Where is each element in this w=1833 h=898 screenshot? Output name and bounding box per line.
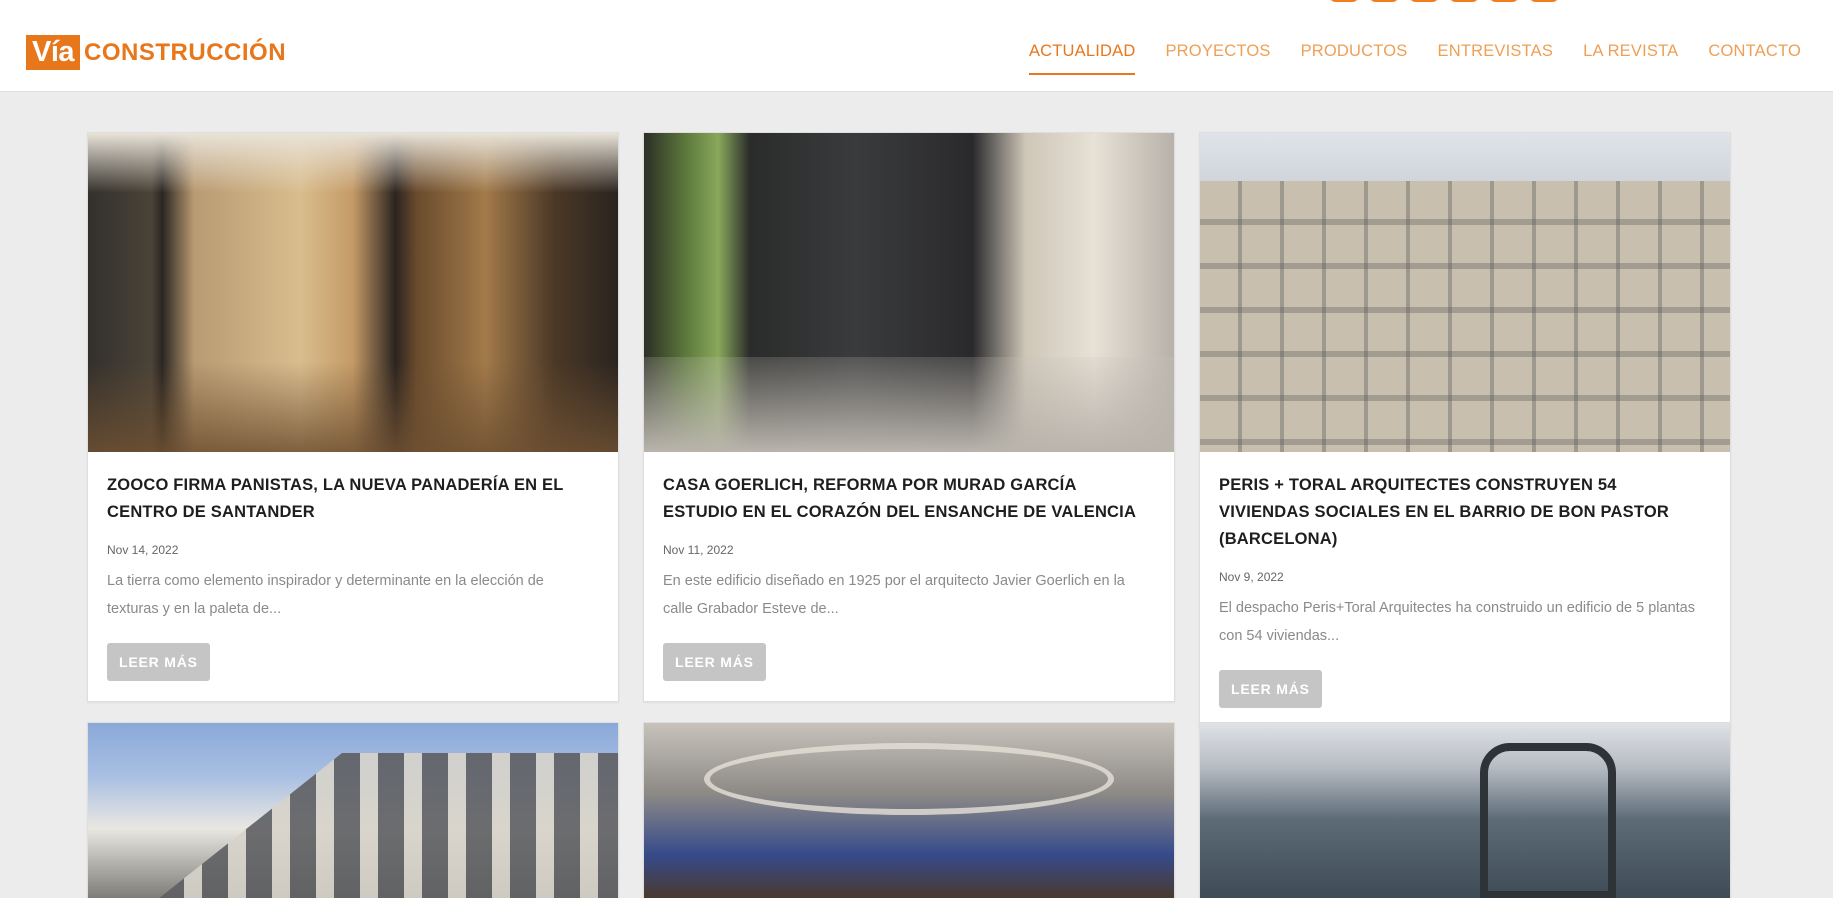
post-date: Nov 11, 2022 (663, 543, 734, 557)
logo-construccion: CONSTRUCCIÓN (84, 38, 287, 66)
main-nav: ACTUALIDAD PROYECTOS PRODUCTOS ENTREVIST… (1028, 42, 1801, 75)
nav-contacto[interactable]: CONTACTO (1708, 42, 1801, 75)
post-image[interactable] (1200, 723, 1730, 898)
post-excerpt: En este edificio diseñado en 1925 por el… (663, 573, 1125, 617)
post-date: Nov 14, 2022 (107, 543, 179, 557)
post-card (1199, 722, 1731, 898)
nav-actualidad[interactable]: ACTUALIDAD (1028, 42, 1136, 75)
logo-via: Vía (26, 35, 81, 70)
post-excerpt: El despacho Peris+Toral Arquitectes ha c… (1219, 600, 1695, 644)
social-icon[interactable] (1330, 0, 1358, 2)
post-image[interactable] (88, 133, 618, 452)
post-card: PERIS + TORAL ARQUITECTES CONSTRUYEN 54 … (1199, 132, 1731, 729)
site-logo[interactable]: Vía CONSTRUCCIÓN (26, 35, 286, 70)
social-icon[interactable] (1450, 0, 1478, 2)
post-image[interactable] (644, 133, 1174, 452)
post-card (87, 722, 619, 898)
social-icon[interactable] (1410, 0, 1438, 2)
post-card (643, 722, 1175, 898)
post-image[interactable] (88, 723, 618, 898)
post-date: Nov 9, 2022 (1219, 570, 1284, 584)
read-more-button[interactable]: LEER MÁS (1219, 670, 1322, 708)
social-icons (1330, 0, 1558, 2)
nav-productos[interactable]: PRODUCTOS (1301, 42, 1408, 75)
post-image[interactable] (644, 723, 1174, 898)
read-more-button[interactable]: LEER MÁS (107, 643, 210, 681)
nav-proyectos[interactable]: PROYECTOS (1165, 42, 1270, 75)
site-header: Vía CONSTRUCCIÓN ACTUALIDAD PROYECTOS PR… (0, 0, 1833, 92)
post-title[interactable]: ZOOCO FIRMA PANISTAS, LA NUEVA PANADERÍA… (107, 472, 598, 526)
post-image[interactable] (1200, 133, 1730, 452)
social-icon[interactable] (1530, 0, 1558, 2)
post-excerpt: La tierra como elemento inspirador y det… (107, 573, 544, 617)
post-title[interactable]: PERIS + TORAL ARQUITECTES CONSTRUYEN 54 … (1219, 472, 1710, 553)
social-icon[interactable] (1490, 0, 1518, 2)
post-title[interactable]: CASA GOERLICH, REFORMA POR MURAD GARCÍA … (663, 472, 1154, 526)
nav-entrevistas[interactable]: ENTREVISTAS (1438, 42, 1554, 75)
post-card: CASA GOERLICH, REFORMA POR MURAD GARCÍA … (643, 132, 1175, 702)
post-card: ZOOCO FIRMA PANISTAS, LA NUEVA PANADERÍA… (87, 132, 619, 702)
social-icon[interactable] (1370, 0, 1398, 2)
read-more-button[interactable]: LEER MÁS (663, 643, 766, 681)
nav-la-revista[interactable]: LA REVISTA (1583, 42, 1678, 75)
